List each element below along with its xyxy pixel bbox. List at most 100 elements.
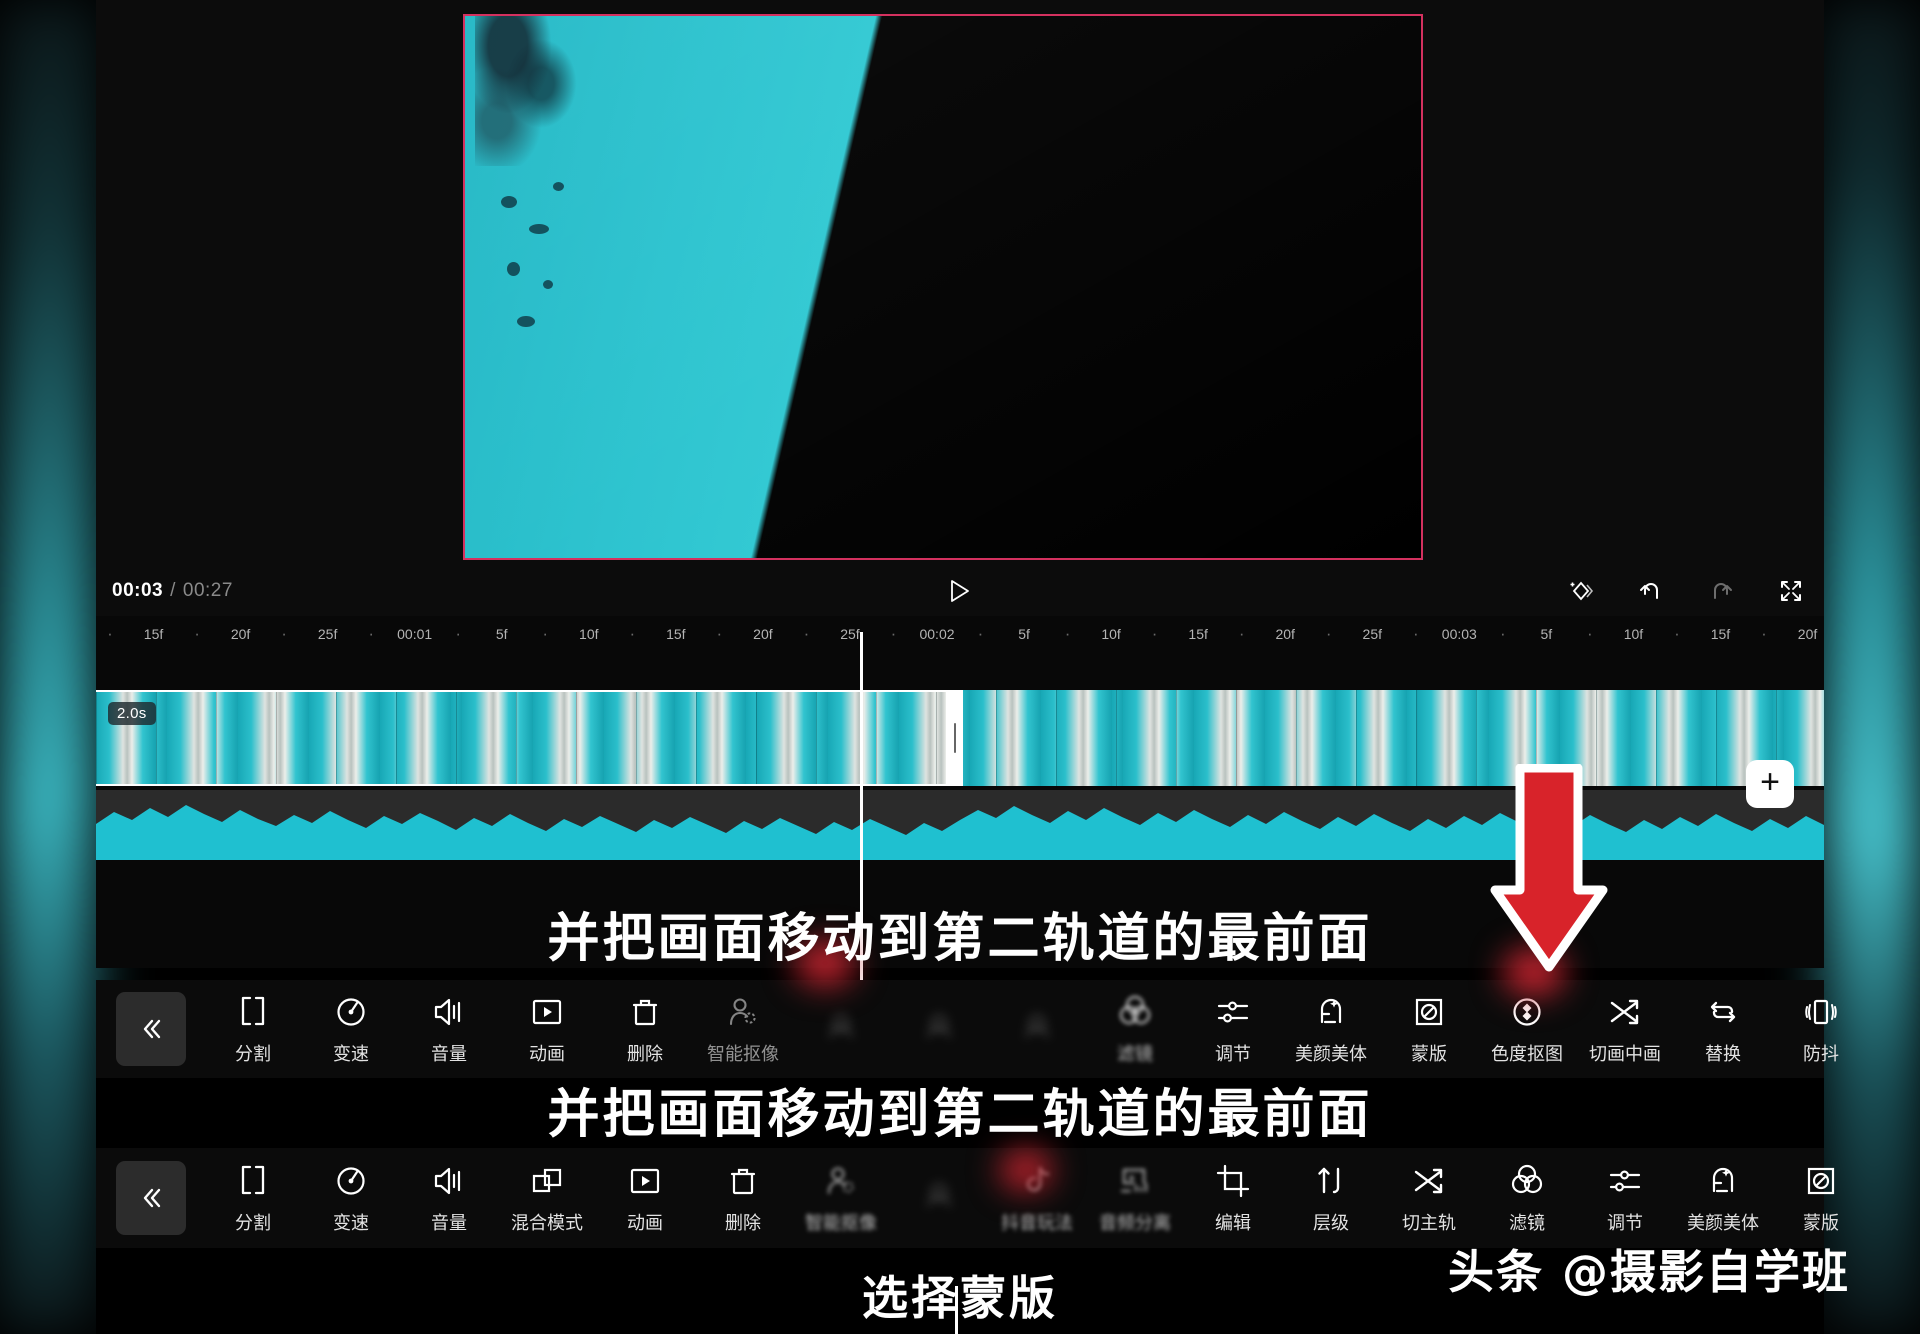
person-cutout-icon xyxy=(724,993,762,1031)
video-thumbnail xyxy=(936,690,996,786)
tool-label: 音量 xyxy=(431,1212,467,1234)
ruler-tick-dot: · xyxy=(194,624,200,643)
tool-mask[interactable]: 蒙版 xyxy=(1380,980,1478,1078)
ruler-tick-dot: · xyxy=(107,624,113,643)
tool-speed[interactable]: 变速 xyxy=(302,980,400,1078)
replace-loop-icon xyxy=(1704,993,1742,1031)
tool-label: 色度抠图 xyxy=(1491,1043,1563,1065)
ruler-tick-label: 00:03 xyxy=(1441,626,1477,642)
tool-label: 分割 xyxy=(235,1212,271,1234)
tool-beauty[interactable]: 美颜美体 xyxy=(1674,1148,1772,1248)
ruler-tick-label: 5f xyxy=(1018,626,1030,642)
ruler-tick-label: 15f xyxy=(666,626,686,642)
tool-stabilize[interactable]: 防抖 xyxy=(1772,980,1870,1078)
red-blur-artifact-3 xyxy=(1000,1150,1052,1190)
tool-replace[interactable]: 替换 xyxy=(1674,980,1772,1078)
tool-split[interactable]: 分割 xyxy=(204,1148,302,1248)
ruler-tick-dot: · xyxy=(977,624,984,643)
current-time: 00:03 xyxy=(112,580,164,601)
tool-layer[interactable]: 层级 xyxy=(1282,1148,1380,1248)
tool-filter[interactable]: 滤镜 xyxy=(1086,980,1184,1078)
ruler-tick-dot: · xyxy=(1587,624,1593,643)
speed-icon xyxy=(332,993,370,1031)
clip-duration-badge: 2.0s xyxy=(108,702,156,725)
ruler-tick-label: 25f xyxy=(840,626,860,642)
split-icon xyxy=(234,993,272,1031)
trash-icon xyxy=(724,1162,762,1200)
beauty-face-icon xyxy=(1704,1162,1742,1200)
tool-label: 抖音玩法 xyxy=(1001,1212,1073,1234)
chroma-key-icon xyxy=(1508,993,1546,1031)
tool-audio-separate[interactable]: 音频分离 xyxy=(1086,1148,1184,1248)
timeline-ruler[interactable]: · 15f · 20f · 25f · 00:01 · 5f · 10f · 15f · 20f · 25f · 00… xyxy=(96,616,1824,652)
tool-edit[interactable]: 编辑 xyxy=(1184,1148,1282,1248)
filter-circles-icon xyxy=(1508,1162,1546,1200)
clip-trim-handle-right[interactable] xyxy=(946,690,963,786)
tool-animation[interactable]: 动画 xyxy=(498,980,596,1078)
collapse-toolbar-button-secondary[interactable] xyxy=(116,1161,186,1235)
tool-blend-mode[interactable]: 混合模式 xyxy=(498,1148,596,1248)
redo-icon[interactable] xyxy=(1706,576,1736,606)
video-thumbnail xyxy=(1056,690,1116,786)
video-thumbnail xyxy=(876,690,936,786)
ruler-tick-dot: · xyxy=(1064,624,1071,643)
shuffle-icon xyxy=(1606,993,1644,1031)
tool-adjust[interactable]: 调节 xyxy=(1576,1148,1674,1248)
tool-label: 切画中画 xyxy=(1589,1043,1661,1065)
player-control-bar: 00:03 / 00:27 xyxy=(96,566,1824,616)
play-button[interactable] xyxy=(943,574,977,608)
ruler-tick-dot: · xyxy=(368,624,374,643)
tool-cut-to-pip[interactable]: 切画中画 xyxy=(1576,980,1674,1078)
tool-label: 防抖 xyxy=(1803,1043,1839,1065)
ruler-tick-label: 5f xyxy=(1540,626,1553,642)
tool-obscured-1[interactable] xyxy=(890,1148,988,1248)
time-display: 00:03 / 00:27 xyxy=(112,580,233,602)
video-thumbnail xyxy=(156,690,216,786)
tool-adjust[interactable]: 调节 xyxy=(1184,980,1282,1078)
video-thumbnail xyxy=(216,690,276,786)
unknown-icon xyxy=(822,1006,860,1044)
tool-animation[interactable]: 动画 xyxy=(596,1148,694,1248)
ruler-tick-label: 20f xyxy=(230,626,251,642)
tool-beauty[interactable]: 美颜美体 xyxy=(1282,980,1380,1078)
collapse-toolbar-button-primary[interactable] xyxy=(116,992,186,1066)
video-thumbnail xyxy=(1236,690,1296,786)
tool-smart-cutout[interactable]: 智能抠像 xyxy=(694,980,792,1078)
ruler-tick-dot: · xyxy=(542,624,549,643)
preview-area xyxy=(96,0,1824,566)
tool-delete[interactable]: 删除 xyxy=(694,1148,792,1248)
blend-squares-icon xyxy=(528,1162,566,1200)
tool-obscured-2[interactable] xyxy=(890,980,988,1078)
video-thumbnail xyxy=(576,690,636,786)
video-content-spots xyxy=(495,176,625,356)
tool-obscured-3[interactable] xyxy=(988,980,1086,1078)
undo-icon[interactable] xyxy=(1636,576,1666,606)
crop-icon xyxy=(1214,1162,1252,1200)
tool-split[interactable]: 分割 xyxy=(204,980,302,1078)
ruler-tick-label: 10f xyxy=(579,626,599,642)
fullscreen-icon[interactable] xyxy=(1776,576,1806,606)
keyframe-icon[interactable] xyxy=(1566,576,1596,606)
ruler-tick-dot: · xyxy=(281,624,287,643)
tool-volume[interactable]: 音量 xyxy=(400,980,498,1078)
ruler-tick-label: 15f xyxy=(1188,626,1208,642)
tool-filter[interactable]: 滤镜 xyxy=(1478,1148,1576,1248)
tool-speed[interactable]: 变速 xyxy=(302,1148,400,1248)
tool-label: 动画 xyxy=(529,1043,565,1065)
tool-volume[interactable]: 音量 xyxy=(400,1148,498,1248)
tool-delete[interactable]: 删除 xyxy=(596,980,694,1078)
video-thumbnail xyxy=(1656,690,1716,786)
tool-obscured-1[interactable] xyxy=(792,980,890,1078)
tool-label: 美颜美体 xyxy=(1687,1212,1759,1234)
playhead-bottom xyxy=(955,1286,958,1334)
add-track-button[interactable]: + xyxy=(1746,760,1794,808)
tool-smart-cutout[interactable]: 智能抠像 xyxy=(792,1148,890,1248)
tool-label: 音量 xyxy=(431,1043,467,1065)
tool-cut-to-main[interactable]: 切主轨 xyxy=(1380,1148,1478,1248)
video-preview-frame[interactable] xyxy=(463,14,1423,560)
tool-mask[interactable]: 蒙版 xyxy=(1772,1148,1870,1248)
tool-label: 美颜美体 xyxy=(1295,1043,1367,1065)
tool-label: 智能抠像 xyxy=(707,1043,779,1065)
play-triangle-icon xyxy=(951,580,969,602)
ruler-tick-label: 20f xyxy=(1797,626,1818,642)
